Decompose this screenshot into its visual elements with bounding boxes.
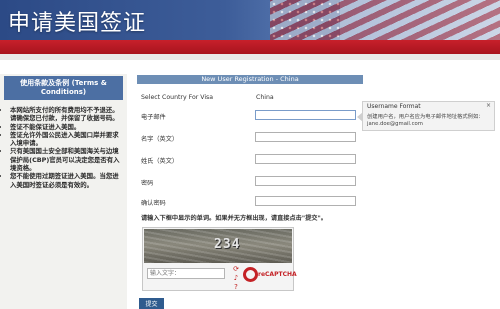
registration-heading: New User Registration - China xyxy=(137,75,363,84)
submit-button[interactable]: 提交 xyxy=(139,298,164,309)
captcha-controls: ⟳ ♪ ? xyxy=(232,266,240,293)
close-icon[interactable]: × xyxy=(486,102,491,109)
captcha-instruction: 请输入下框中显示的单词。如果并无方框出现，请直接点击"提交"。 xyxy=(141,215,327,222)
confirm-password-label: 确认密码 xyxy=(141,200,166,207)
email-field[interactable] xyxy=(255,110,356,120)
password-field[interactable] xyxy=(255,176,356,186)
username-format-tooltip: Username Format × 创建用户名，用户名应为电子邮件地址格式例如：… xyxy=(362,101,495,131)
captcha-input[interactable] xyxy=(147,268,225,279)
terms-item: 您不能使用过期签证进入美国。当您进入美国时签证必须是有效的。 xyxy=(10,172,123,189)
email-label: 电子邮件 xyxy=(141,114,166,121)
terms-item: 签证允许外国公民进入美国口岸并要求入境申请。 xyxy=(10,131,123,148)
country-value: China xyxy=(256,94,274,101)
help-icon[interactable]: ? xyxy=(232,284,240,291)
recaptcha-ring-icon xyxy=(243,267,258,282)
captcha-widget: 234 ⟳ ♪ ? reCAPTCHA xyxy=(142,227,297,293)
terms-item: 本网站所支付的所有费用均不予退还。请确保您已付款，并保留了收据号码。 xyxy=(10,106,123,123)
password-label: 密码 xyxy=(141,180,154,187)
first-name-field[interactable] xyxy=(255,132,356,142)
terms-list: 本网站所支付的所有费用均不予退还。请确保您已付款，并保留了收据号码。 签证不能保… xyxy=(0,106,127,189)
confirm-password-field[interactable] xyxy=(255,196,356,206)
header-banner: 申请美国签证 xyxy=(0,0,500,40)
recaptcha-logo: reCAPTCHA xyxy=(243,266,297,286)
captcha-image: 234 xyxy=(144,229,292,263)
country-label: Select Country For Visa xyxy=(141,94,214,101)
terms-item: 只有美国国土安全部和美国海关与边境保护局(CBP)官员可以决定您是否有入境资格。 xyxy=(10,147,123,172)
tooltip-title: Username Format xyxy=(367,103,421,110)
terms-heading: 使用条款及条例 (Terms & Conditions) xyxy=(4,76,123,100)
recaptcha-brand: reCAPTCHA xyxy=(258,271,297,278)
last-name-label: 姓氏（英文） xyxy=(141,158,179,165)
audio-icon[interactable]: ♪ xyxy=(232,275,240,282)
captcha-code: 234 xyxy=(214,237,241,252)
first-name-label: 名字（英文） xyxy=(141,136,179,143)
terms-sidebar: 使用条款及条例 (Terms & Conditions) 本网站所支付的所有费用… xyxy=(0,74,127,309)
header-red-bar xyxy=(0,40,500,54)
header-sub-bar xyxy=(0,54,500,60)
terms-item: 签证不能保证进入美国。 xyxy=(10,123,123,131)
refresh-icon[interactable]: ⟳ xyxy=(232,266,240,273)
flag-stripes-graphic xyxy=(270,0,500,40)
last-name-field[interactable] xyxy=(255,154,356,164)
tooltip-body: 创建用户名，用户名应为电子邮件地址格式例如：jane.doe@gmail.com xyxy=(367,114,484,127)
page-title: 申请美国签证 xyxy=(8,11,147,36)
